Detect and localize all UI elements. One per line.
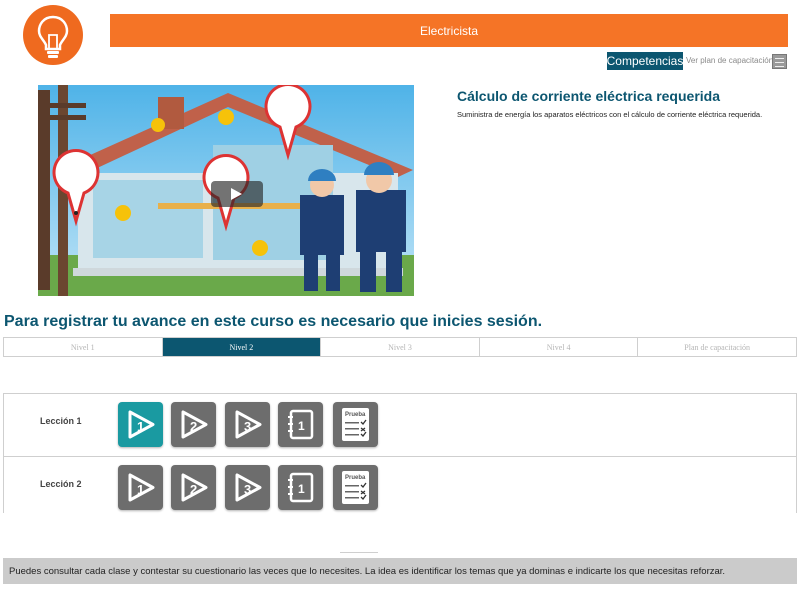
svg-text:3: 3 — [244, 419, 251, 434]
lesson-2-exam-button[interactable]: Prueba — [333, 465, 378, 510]
footer-text: Puedes consultar cada clase y contestar … — [9, 565, 726, 577]
lesson-1-notebook-button[interactable]: 1 — [278, 402, 323, 447]
competencias-button[interactable]: Competencias — [607, 52, 683, 70]
svg-text:1: 1 — [298, 419, 305, 433]
tab-nivel-4[interactable]: Nivel 4 — [480, 338, 639, 356]
course-video-thumbnail[interactable] — [38, 85, 414, 296]
svg-text:1: 1 — [298, 482, 305, 496]
tab-nivel-1[interactable]: Nivel 1 — [4, 338, 163, 356]
lesson-1-class-1-button[interactable]: 1 — [118, 402, 163, 447]
page-banner: Electricista — [110, 14, 788, 47]
svg-text:1: 1 — [137, 482, 144, 497]
tab-plan-capacitacion[interactable]: Plan de capacitación — [638, 338, 796, 356]
footer-divider — [340, 552, 378, 553]
svg-text:1: 1 — [137, 419, 144, 434]
lessons-right-border — [796, 393, 797, 513]
lightbulb-icon — [37, 15, 69, 58]
exam-checklist-icon: Prueba — [342, 471, 369, 504]
lesson-2-class-2-button[interactable]: 2 — [171, 465, 216, 510]
lesson-1-label: Lección 1 — [40, 416, 82, 426]
svg-text:3: 3 — [244, 482, 251, 497]
svg-text:2: 2 — [190, 419, 197, 434]
plan-capacitacion-link[interactable]: Ver plan de capacitación — [686, 56, 773, 65]
exam-checklist-icon: Prueba — [342, 408, 369, 441]
banner-title: Electricista — [419, 23, 478, 38]
footer-info-bar: Puedes consultar cada clase y contestar … — [3, 558, 797, 584]
lesson-2-class-3-button[interactable]: 3 — [225, 465, 270, 510]
lightbulb-logo — [23, 5, 83, 65]
lessons-middle-divider — [3, 456, 797, 457]
lessons-left-border — [3, 393, 4, 513]
lesson-2-notebook-button[interactable]: 1 — [278, 465, 323, 510]
lessons-top-divider — [3, 393, 797, 394]
course-description: Suministra de energía los aparatos eléct… — [457, 110, 763, 119]
course-title: Cálculo de corriente eléctrica requerida — [457, 88, 720, 104]
tab-nivel-2[interactable]: Nivel 2 — [162, 338, 322, 356]
svg-text:Prueba: Prueba — [345, 475, 366, 481]
lesson-2-class-1-button[interactable]: 1 — [118, 465, 163, 510]
svg-text:Prueba: Prueba — [345, 412, 366, 418]
notebook-icon: 1 — [288, 472, 314, 503]
svg-text:2: 2 — [190, 482, 197, 497]
lesson-1-exam-button[interactable]: Prueba — [333, 402, 378, 447]
list-icon[interactable] — [772, 54, 787, 69]
lesson-2-label: Lección 2 — [40, 479, 82, 489]
login-notice: Para registrar tu avance en este curso e… — [4, 313, 543, 330]
video-illustration — [38, 85, 414, 296]
level-tabs: Nivel 1 Nivel 2 Nivel 3 Nivel 4 Plan de … — [3, 337, 797, 357]
lesson-1-class-2-button[interactable]: 2 — [171, 402, 216, 447]
lesson-1-class-3-button[interactable]: 3 — [225, 402, 270, 447]
notebook-icon: 1 — [288, 409, 314, 440]
tab-nivel-3[interactable]: Nivel 3 — [321, 338, 480, 356]
